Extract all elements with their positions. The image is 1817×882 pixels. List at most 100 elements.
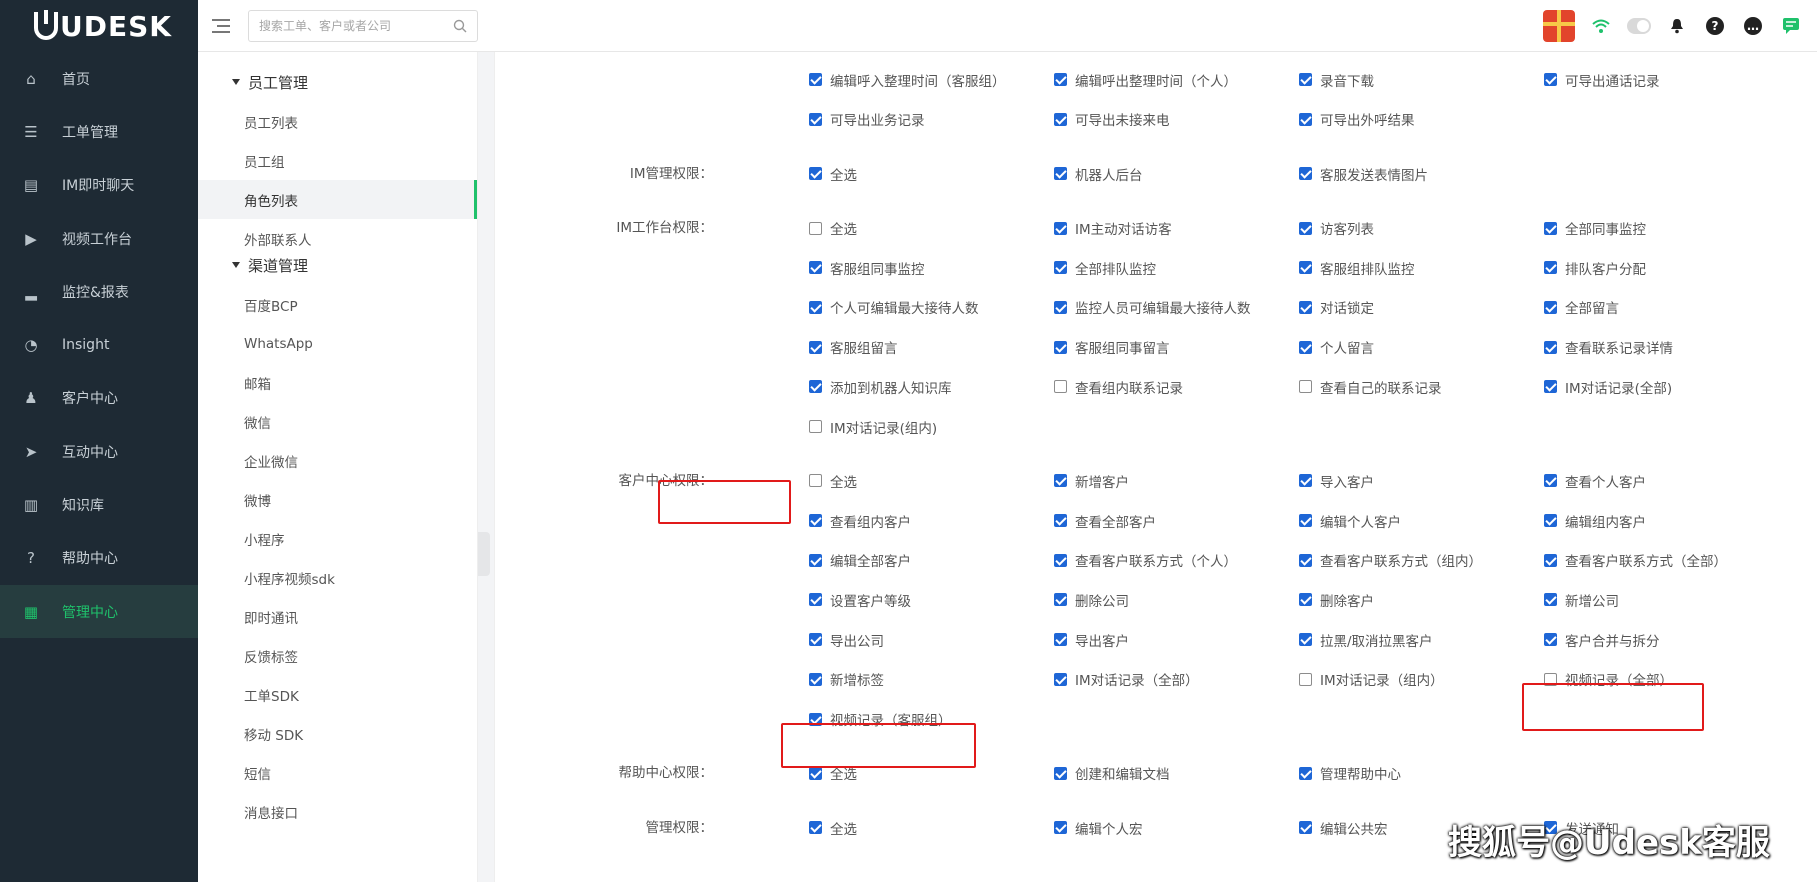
permission-checkbox[interactable] bbox=[1299, 380, 1312, 394]
permission-checkbox[interactable] bbox=[1299, 300, 1312, 314]
permission-option[interactable]: 编辑全部客户 bbox=[809, 540, 911, 580]
subnav-item[interactable]: WhatsApp bbox=[198, 324, 477, 363]
permission-checkbox[interactable] bbox=[809, 553, 822, 567]
permission-option[interactable]: 创建和编辑文档 bbox=[1054, 753, 1170, 793]
permission-checkbox[interactable] bbox=[1054, 300, 1067, 314]
sidebar-item[interactable]: ▤ IM即时聊天 bbox=[0, 159, 198, 212]
permission-checkbox[interactable] bbox=[1054, 112, 1067, 126]
permission-checkbox[interactable] bbox=[1299, 474, 1312, 488]
permission-checkbox[interactable] bbox=[1299, 553, 1312, 567]
permission-checkbox[interactable] bbox=[1544, 553, 1557, 567]
permission-checkbox[interactable] bbox=[809, 221, 822, 235]
permission-checkbox[interactable] bbox=[1544, 73, 1557, 87]
permission-checkbox[interactable] bbox=[1299, 593, 1312, 607]
permission-option[interactable]: 删除客户 bbox=[1299, 580, 1374, 620]
permission-option[interactable]: 全部留言 bbox=[1544, 287, 1619, 327]
wifi-icon[interactable] bbox=[1589, 14, 1613, 38]
permission-option[interactable]: 可导出业务记录 bbox=[809, 99, 925, 139]
bell-icon[interactable] bbox=[1665, 14, 1689, 38]
permission-option[interactable]: 客服组排队监控 bbox=[1299, 248, 1415, 288]
subnav-item[interactable]: 微博 bbox=[198, 480, 477, 519]
search-box[interactable] bbox=[248, 9, 478, 42]
permission-checkbox[interactable] bbox=[809, 380, 822, 394]
sidebar-item[interactable]: ☰ 工单管理 bbox=[0, 105, 198, 158]
permission-checkbox[interactable] bbox=[809, 300, 822, 314]
permission-option[interactable]: 查看个人客户 bbox=[1544, 461, 1646, 501]
permission-option[interactable]: 个人可编辑最大接待人数 bbox=[809, 287, 979, 327]
permission-checkbox[interactable] bbox=[809, 474, 822, 488]
subnav-item[interactable]: 角色列表 bbox=[198, 180, 477, 219]
permission-option[interactable]: 导出客户 bbox=[1054, 620, 1129, 660]
subnav-item[interactable]: 邮箱 bbox=[198, 363, 477, 402]
permission-checkbox[interactable] bbox=[1544, 300, 1557, 314]
permission-option[interactable]: 查看客户联系方式（全部） bbox=[1544, 540, 1727, 580]
permission-checkbox[interactable] bbox=[809, 821, 822, 835]
menu-toggle-icon[interactable] bbox=[212, 18, 230, 33]
permission-checkbox[interactable] bbox=[809, 112, 822, 126]
chat-status-icon[interactable] bbox=[1779, 14, 1803, 38]
permission-option[interactable]: 编辑个人客户 bbox=[1299, 501, 1401, 541]
permission-option[interactable]: IM对话记录（组内） bbox=[1299, 659, 1444, 699]
permission-option[interactable]: 客户合并与拆分 bbox=[1544, 620, 1660, 660]
permission-option[interactable]: 客服组同事留言 bbox=[1054, 327, 1170, 367]
permission-option[interactable]: 录音下载 bbox=[1299, 60, 1374, 100]
permission-option[interactable]: 客服组留言 bbox=[809, 327, 898, 367]
sidebar-item[interactable]: ▦ 管理中心 bbox=[0, 584, 198, 639]
permission-checkbox[interactable] bbox=[1054, 221, 1067, 235]
permission-option[interactable]: 全部同事监控 bbox=[1544, 208, 1646, 248]
permission-option[interactable]: 查看联系记录详情 bbox=[1544, 327, 1673, 367]
permission-checkbox[interactable] bbox=[1544, 261, 1557, 275]
sidebar-item[interactable]: ▥ 知识库 bbox=[0, 478, 198, 531]
permission-option[interactable]: 监控人员可编辑最大接待人数 bbox=[1054, 287, 1251, 327]
permission-checkbox[interactable] bbox=[1054, 474, 1067, 488]
permission-option[interactable]: 编辑公共宏 bbox=[1299, 808, 1388, 848]
permission-checkbox[interactable] bbox=[1054, 553, 1067, 567]
sidebar-item[interactable]: ◔ Insight bbox=[0, 318, 198, 371]
permission-checkbox[interactable] bbox=[1544, 340, 1557, 354]
permission-option[interactable]: 客服组同事监控 bbox=[809, 248, 925, 288]
permission-option[interactable]: 管理帮助中心 bbox=[1299, 753, 1401, 793]
permission-checkbox[interactable] bbox=[1544, 221, 1557, 235]
permission-option[interactable]: 全选 bbox=[809, 808, 857, 848]
permission-option[interactable]: 添加到机器人知识库 bbox=[809, 367, 952, 407]
permission-option[interactable]: 机器人后台 bbox=[1054, 154, 1143, 194]
permission-checkbox[interactable] bbox=[1299, 672, 1312, 686]
permission-option[interactable]: 编辑呼出整理时间（个人） bbox=[1054, 60, 1237, 100]
collapse-handle[interactable] bbox=[478, 532, 490, 576]
permission-option[interactable]: 查看全部客户 bbox=[1054, 501, 1156, 541]
gift-icon[interactable] bbox=[1543, 10, 1575, 42]
subnav-item[interactable]: 微信 bbox=[198, 402, 477, 441]
permission-checkbox[interactable] bbox=[1299, 167, 1312, 181]
permission-option[interactable]: 客服发送表情图片 bbox=[1299, 154, 1428, 194]
subnav-item[interactable]: 反馈标签 bbox=[198, 636, 477, 675]
permission-checkbox[interactable] bbox=[1299, 766, 1312, 780]
permission-checkbox[interactable] bbox=[1054, 633, 1067, 647]
permission-option[interactable]: 设置客户等级 bbox=[809, 580, 911, 620]
permission-checkbox[interactable] bbox=[1299, 112, 1312, 126]
permission-option[interactable]: 编辑个人宏 bbox=[1054, 808, 1143, 848]
sidebar-item[interactable]: ⌂ 首页 bbox=[0, 52, 198, 105]
subnav-item[interactable]: 小程序 bbox=[198, 519, 477, 558]
permission-checkbox[interactable] bbox=[809, 420, 822, 433]
permission-checkbox[interactable] bbox=[809, 593, 822, 607]
permission-option[interactable]: 个人留言 bbox=[1299, 327, 1374, 367]
permission-checkbox[interactable] bbox=[1544, 593, 1557, 607]
permission-checkbox[interactable] bbox=[809, 73, 822, 87]
permission-option[interactable]: 查看自己的联系记录 bbox=[1299, 367, 1442, 407]
permission-option[interactable]: 新增公司 bbox=[1544, 580, 1619, 620]
permission-checkbox[interactable] bbox=[1299, 221, 1312, 235]
subnav-item[interactable]: 移动 SDK bbox=[198, 714, 477, 753]
permission-option[interactable]: 查看组内联系记录 bbox=[1054, 367, 1183, 407]
permission-checkbox[interactable] bbox=[809, 633, 822, 647]
permission-option[interactable]: 查看客户联系方式（组内） bbox=[1299, 540, 1482, 580]
permission-checkbox[interactable] bbox=[1544, 633, 1557, 647]
udesk-logo[interactable]: UDESK bbox=[0, 0, 198, 52]
permission-option[interactable]: 编辑呼入整理时间（客服组） bbox=[809, 60, 1006, 100]
permission-checkbox[interactable] bbox=[1054, 821, 1067, 835]
permission-option[interactable]: 全选 bbox=[809, 154, 857, 194]
permission-checkbox[interactable] bbox=[809, 340, 822, 354]
permission-option[interactable]: IM对话记录（全部） bbox=[1054, 659, 1199, 699]
permission-checkbox[interactable] bbox=[1299, 821, 1312, 835]
permission-option[interactable]: 导出公司 bbox=[809, 620, 884, 660]
search-icon[interactable] bbox=[453, 19, 467, 33]
